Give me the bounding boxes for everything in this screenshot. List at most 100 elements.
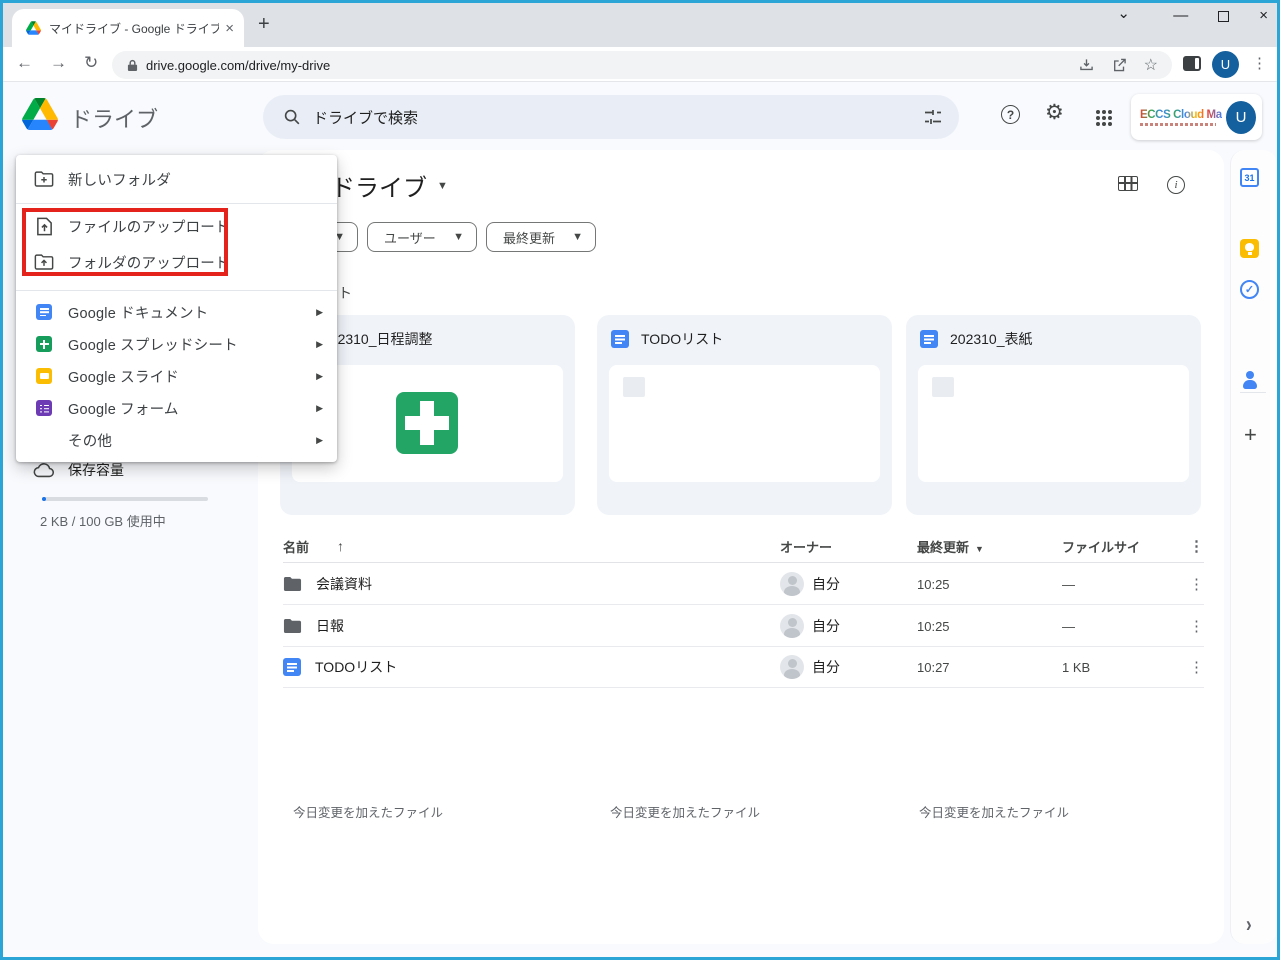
tab-strip: マイドライブ - Google ドライブ × + ⌄ — × bbox=[0, 0, 1280, 47]
bookmark-star-icon[interactable]: ☆ bbox=[1144, 55, 1158, 75]
card-preview bbox=[609, 365, 880, 482]
owner-name: 自分 bbox=[812, 576, 840, 592]
tasks-icon[interactable]: ✓ bbox=[1240, 280, 1259, 299]
doc-content-placeholder bbox=[623, 377, 645, 397]
window-minimize-button[interactable]: — bbox=[1173, 6, 1188, 26]
menu-item-new-folder[interactable]: 新しいフォルダ bbox=[16, 155, 337, 203]
card-title: TODOリスト bbox=[641, 331, 724, 347]
slides-icon bbox=[36, 368, 52, 384]
search-options-tune-icon[interactable] bbox=[923, 107, 943, 127]
sheets-icon bbox=[36, 336, 52, 352]
column-header-name[interactable]: 名前 bbox=[283, 537, 309, 556]
menu-item-google-forms[interactable]: Google フォーム ▶ bbox=[16, 392, 337, 424]
docs-icon bbox=[283, 658, 301, 676]
collapse-chevron-icon[interactable]: › bbox=[1246, 912, 1252, 938]
folder-icon bbox=[283, 618, 302, 634]
column-header-size[interactable]: ファイルサイ bbox=[1062, 537, 1172, 556]
share-icon[interactable] bbox=[1111, 57, 1128, 73]
card-title: 202310_表紙 bbox=[950, 331, 1033, 347]
menu-item-more[interactable]: その他 ▶ bbox=[16, 424, 337, 456]
lock-icon bbox=[127, 59, 138, 71]
tab-title: マイドライブ - Google ドライブ bbox=[49, 21, 220, 36]
file-name: 日報 bbox=[316, 618, 344, 634]
submenu-arrow-icon: ▶ bbox=[316, 370, 323, 381]
table-row[interactable]: 会議資料 自分 10:25 — ⋮ bbox=[283, 564, 1204, 605]
back-icon[interactable]: ← bbox=[16, 53, 33, 73]
tab-close-icon[interactable]: × bbox=[225, 20, 234, 37]
table-row[interactable]: TODOリスト 自分 10:27 1 KB ⋮ bbox=[283, 647, 1204, 688]
chevron-down-icon: ▼ bbox=[572, 231, 583, 243]
filter-chip-modified[interactable]: 最終更新 ▼ bbox=[486, 222, 596, 252]
url-text: drive.google.com/drive/my-drive bbox=[146, 57, 331, 73]
storage-progressbar bbox=[42, 497, 208, 501]
new-item-menu: 新しいフォルダ ファイルのアップロード フォルダのアップロード Google ド… bbox=[16, 155, 337, 462]
search-placeholder: ドライブで検索 bbox=[313, 109, 419, 127]
filter-chip-people[interactable]: ユーザー ▼ bbox=[367, 222, 477, 252]
account-avatar[interactable]: U bbox=[1226, 100, 1256, 134]
menu-item-google-slides[interactable]: Google スライド ▶ bbox=[16, 360, 337, 392]
window-maximize-button[interactable] bbox=[1218, 10, 1230, 22]
new-tab-button[interactable]: + bbox=[258, 14, 270, 34]
calendar-icon[interactable]: 31 bbox=[1240, 168, 1259, 187]
suggested-card[interactable]: TODOリスト 今日変更を加えたファイル bbox=[597, 315, 892, 820]
annotation-box bbox=[22, 208, 228, 276]
file-size: — bbox=[1062, 576, 1075, 592]
grid-view-icon[interactable] bbox=[1118, 176, 1138, 191]
table-row[interactable]: 日報 自分 10:25 — ⋮ bbox=[283, 606, 1204, 647]
person-avatar-icon bbox=[780, 572, 804, 596]
drive-logo-icon[interactable] bbox=[22, 98, 58, 130]
apps-grid-icon[interactable] bbox=[1096, 110, 1100, 114]
chevron-down-icon: ▼ bbox=[453, 231, 464, 243]
docs-icon bbox=[611, 330, 629, 348]
person-avatar-icon bbox=[780, 614, 804, 638]
add-addon-icon[interactable]: + bbox=[1244, 422, 1257, 448]
column-header-owner[interactable]: オーナー bbox=[780, 537, 917, 556]
help-icon[interactable]: ? bbox=[1001, 105, 1020, 124]
window-close-button[interactable]: × bbox=[1259, 6, 1268, 26]
file-name: TODOリスト bbox=[315, 659, 398, 675]
tab-list-chevron-icon[interactable]: ⌄ bbox=[1117, 4, 1130, 22]
kebab-menu-icon[interactable]: ⋮ bbox=[1189, 576, 1204, 593]
storage-label[interactable]: 保存容量 bbox=[68, 460, 124, 480]
browser-window: マイドライブ - Google ドライブ × + ⌄ — × ← → ↻ dri… bbox=[0, 0, 1280, 960]
file-list-header: 名前 ↑ オーナー 最終更新 ▼ ファイルサイ ⋮ bbox=[283, 530, 1204, 563]
submenu-arrow-icon: ▶ bbox=[316, 338, 323, 349]
modified-time: 10:27 bbox=[917, 659, 950, 675]
download-icon[interactable] bbox=[1078, 57, 1095, 73]
storage-progress-fill bbox=[42, 497, 46, 501]
kebab-menu-icon[interactable]: ⋮ bbox=[1189, 538, 1204, 555]
workspace-side-panel bbox=[1230, 150, 1277, 944]
eccs-logo-text: ECCS Cloud Mail bbox=[1140, 108, 1228, 121]
forms-icon bbox=[36, 400, 52, 416]
side-panel-icon[interactable] bbox=[1183, 56, 1201, 71]
settings-gear-icon[interactable]: ⚙ bbox=[1045, 102, 1064, 124]
submenu-arrow-icon: ▶ bbox=[316, 402, 323, 413]
folder-icon bbox=[283, 576, 302, 592]
forward-icon[interactable]: → bbox=[50, 53, 67, 73]
address-bar[interactable]: drive.google.com/drive/my-drive ☆ bbox=[112, 51, 1172, 79]
submenu-arrow-icon: ▶ bbox=[316, 306, 323, 317]
column-header-modified[interactable]: 最終更新 ▼ bbox=[917, 537, 1062, 556]
file-size: — bbox=[1062, 618, 1075, 634]
card-caption: 今日変更を加えたファイル bbox=[610, 806, 761, 820]
search-input[interactable]: ドライブで検索 bbox=[263, 95, 959, 139]
eccs-cloud-mail-logo[interactable]: ECCS Cloud Mail U bbox=[1131, 94, 1262, 140]
keep-icon[interactable] bbox=[1240, 239, 1259, 258]
owner-name: 自分 bbox=[812, 659, 840, 675]
suggested-card[interactable]: 202310_表紙 今日変更を加えたファイル bbox=[906, 315, 1201, 820]
info-icon[interactable]: i bbox=[1167, 176, 1185, 194]
chrome-menu-kebab-icon[interactable]: ⋮ bbox=[1252, 54, 1267, 72]
drive-favicon-icon bbox=[26, 21, 41, 35]
card-preview bbox=[918, 365, 1189, 482]
sort-ascending-icon[interactable]: ↑ bbox=[337, 538, 344, 554]
chrome-avatar[interactable]: U bbox=[1212, 51, 1239, 78]
kebab-menu-icon[interactable]: ⋮ bbox=[1189, 618, 1204, 635]
drive-app-name: ドライブ bbox=[70, 107, 159, 132]
card-caption: 今日変更を加えたファイル bbox=[919, 806, 1070, 820]
browser-tab[interactable]: マイドライブ - Google ドライブ × bbox=[12, 9, 244, 47]
menu-item-google-docs[interactable]: Google ドキュメント ▶ bbox=[16, 296, 337, 328]
kebab-menu-icon[interactable]: ⋮ bbox=[1189, 659, 1204, 676]
menu-item-google-sheets[interactable]: Google スプレッドシート ▶ bbox=[16, 328, 337, 360]
reload-icon[interactable]: ↻ bbox=[84, 53, 98, 73]
contacts-icon[interactable] bbox=[1240, 370, 1259, 389]
